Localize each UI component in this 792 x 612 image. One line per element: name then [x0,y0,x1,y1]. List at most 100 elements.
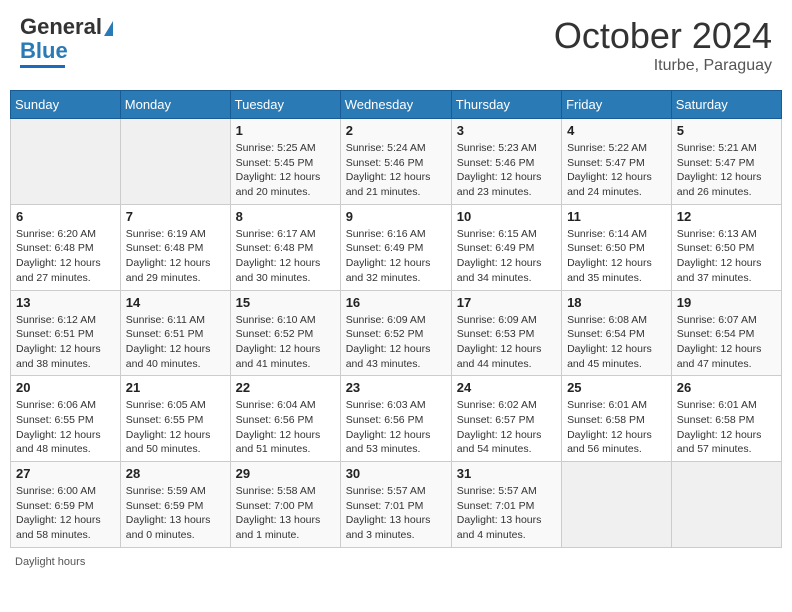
weekday-header-saturday: Saturday [671,91,781,119]
day-info: Sunrise: 5:57 AMSunset: 7:01 PMDaylight:… [346,484,446,543]
day-info: Sunrise: 6:01 AMSunset: 6:58 PMDaylight:… [567,398,666,457]
day-number: 21 [126,380,225,395]
day-number: 25 [567,380,666,395]
calendar-cell: 26 Sunrise: 6:01 AMSunset: 6:58 PMDayligh… [671,376,781,462]
day-number: 6 [16,209,115,224]
day-info: Sunrise: 5:59 AMSunset: 6:59 PMDaylight:… [126,484,225,543]
day-number: 29 [236,466,335,481]
calendar-cell: 4 Sunrise: 5:22 AMSunset: 5:47 PMDaylight… [562,119,672,205]
day-info: Sunrise: 6:01 AMSunset: 6:58 PMDaylight:… [677,398,776,457]
day-number: 1 [236,123,335,138]
calendar-cell: 28 Sunrise: 5:59 AMSunset: 6:59 PMDayligh… [120,462,230,548]
day-info: Sunrise: 6:15 AMSunset: 6:49 PMDaylight:… [457,227,556,286]
calendar-cell: 27 Sunrise: 6:00 AMSunset: 6:59 PMDayligh… [11,462,121,548]
calendar-cell: 16 Sunrise: 6:09 AMSunset: 6:52 PMDayligh… [340,290,451,376]
day-info: Sunrise: 6:08 AMSunset: 6:54 PMDaylight:… [567,313,666,372]
calendar-cell: 31 Sunrise: 5:57 AMSunset: 7:01 PMDayligh… [451,462,561,548]
calendar-cell: 9 Sunrise: 6:16 AMSunset: 6:49 PMDaylight… [340,204,451,290]
calendar-cell: 12Sunrise: 6:13 AMSunset: 6:50 PMDayligh… [671,204,781,290]
calendar-cell: 5Sunrise: 5:21 AMSunset: 5:47 PMDaylight… [671,119,781,205]
day-number: 30 [346,466,446,481]
day-number: 3 [457,123,556,138]
day-info: Sunrise: 6:07 AMSunset: 6:54 PMDaylight:… [677,313,776,372]
day-info: Sunrise: 6:00 AMSunset: 6:59 PMDaylight:… [16,484,115,543]
calendar-cell: 7 Sunrise: 6:19 AMSunset: 6:48 PMDaylight… [120,204,230,290]
day-info: Sunrise: 6:04 AMSunset: 6:56 PMDaylight:… [236,398,335,457]
day-info: Sunrise: 5:22 AMSunset: 5:47 PMDaylight:… [567,141,666,200]
day-number: 28 [126,466,225,481]
weekday-header-friday: Friday [562,91,672,119]
day-info: Sunrise: 6:10 AMSunset: 6:52 PMDaylight:… [236,313,335,372]
calendar-cell: 21 Sunrise: 6:05 AMSunset: 6:55 PMDayligh… [120,376,230,462]
day-number: 22 [236,380,335,395]
day-number: 12 [677,209,776,224]
calendar-cell [562,462,672,548]
calendar-cell: 6 Sunrise: 6:20 AMSunset: 6:48 PMDaylight… [11,204,121,290]
day-info: Sunrise: 6:06 AMSunset: 6:55 PMDaylight:… [16,398,115,457]
day-info: Sunrise: 6:17 AMSunset: 6:48 PMDaylight:… [236,227,335,286]
logo: General Blue [20,15,113,68]
weekday-header-sunday: Sunday [11,91,121,119]
day-number: 14 [126,295,225,310]
weekday-header-tuesday: Tuesday [230,91,340,119]
day-number: 17 [457,295,556,310]
calendar-cell: 22 Sunrise: 6:04 AMSunset: 6:56 PMDayligh… [230,376,340,462]
day-number: 20 [16,380,115,395]
weekday-header-monday: Monday [120,91,230,119]
calendar-cell: 17 Sunrise: 6:09 AMSunset: 6:53 PMDayligh… [451,290,561,376]
calendar-cell: 8Sunrise: 6:17 AMSunset: 6:48 PMDaylight… [230,204,340,290]
day-info: Sunrise: 6:11 AMSunset: 6:51 PMDaylight:… [126,313,225,372]
day-info: Sunrise: 5:58 AMSunset: 7:00 PMDaylight:… [236,484,335,543]
calendar-cell: 19 Sunrise: 6:07 AMSunset: 6:54 PMDayligh… [671,290,781,376]
day-info: Sunrise: 6:20 AMSunset: 6:48 PMDaylight:… [16,227,115,286]
day-info: Sunrise: 6:05 AMSunset: 6:55 PMDaylight:… [126,398,225,457]
location: Iturbe, Paraguay [554,57,772,75]
day-info: Sunrise: 6:16 AMSunset: 6:49 PMDaylight:… [346,227,446,286]
day-number: 13 [16,295,115,310]
calendar-cell: 2 Sunrise: 5:24 AMSunset: 5:46 PMDaylight… [340,119,451,205]
day-number: 15 [236,295,335,310]
calendar-week-5: 27 Sunrise: 6:00 AMSunset: 6:59 PMDayligh… [11,462,782,548]
title-section: October 2024 Iturbe, Paraguay [554,15,772,75]
day-info: Sunrise: 6:14 AMSunset: 6:50 PMDaylight:… [567,227,666,286]
day-info: Sunrise: 6:09 AMSunset: 6:53 PMDaylight:… [457,313,556,372]
calendar-week-2: 6 Sunrise: 6:20 AMSunset: 6:48 PMDaylight… [11,204,782,290]
day-number: 23 [346,380,446,395]
day-info: Sunrise: 5:25 AMSunset: 5:45 PMDaylight:… [236,141,335,200]
day-number: 26 [677,380,776,395]
calendar-cell: 10 Sunrise: 6:15 AMSunset: 6:49 PMDayligh… [451,204,561,290]
day-number: 27 [16,466,115,481]
logo-underline [20,65,65,68]
day-info: Sunrise: 6:12 AMSunset: 6:51 PMDaylight:… [16,313,115,372]
day-number: 18 [567,295,666,310]
day-info: Sunrise: 5:57 AMSunset: 7:01 PMDaylight:… [457,484,556,543]
logo-text: General [20,15,113,39]
day-number: 10 [457,209,556,224]
calendar-cell: 23Sunrise: 6:03 AMSunset: 6:56 PMDayligh… [340,376,451,462]
day-number: 9 [346,209,446,224]
calendar-cell [11,119,121,205]
day-number: 31 [457,466,556,481]
day-number: 24 [457,380,556,395]
calendar-cell: 24Sunrise: 6:02 AMSunset: 6:57 PMDayligh… [451,376,561,462]
day-number: 16 [346,295,446,310]
day-number: 7 [126,209,225,224]
day-info: Sunrise: 5:24 AMSunset: 5:46 PMDaylight:… [346,141,446,200]
day-info: Sunrise: 6:09 AMSunset: 6:52 PMDaylight:… [346,313,446,372]
calendar: SundayMondayTuesdayWednesdayThursdayFrid… [10,90,782,548]
calendar-cell: 18 Sunrise: 6:08 AMSunset: 6:54 PMDayligh… [562,290,672,376]
weekday-header-thursday: Thursday [451,91,561,119]
calendar-cell: 25 Sunrise: 6:01 AMSunset: 6:58 PMDayligh… [562,376,672,462]
day-info: Sunrise: 5:21 AMSunset: 5:47 PMDaylight:… [677,141,776,200]
footer-text: Daylight hours [15,556,85,568]
calendar-cell: 13 Sunrise: 6:12 AMSunset: 6:51 PMDayligh… [11,290,121,376]
calendar-cell: 3Sunrise: 5:23 AMSunset: 5:46 PMDaylight… [451,119,561,205]
weekday-header-row: SundayMondayTuesdayWednesdayThursdayFrid… [11,91,782,119]
month-title: October 2024 [554,15,772,57]
calendar-week-3: 13 Sunrise: 6:12 AMSunset: 6:51 PMDayligh… [11,290,782,376]
day-info: Sunrise: 6:19 AMSunset: 6:48 PMDaylight:… [126,227,225,286]
footer: Daylight hours [10,556,782,568]
day-number: 19 [677,295,776,310]
day-number: 2 [346,123,446,138]
day-number: 4 [567,123,666,138]
